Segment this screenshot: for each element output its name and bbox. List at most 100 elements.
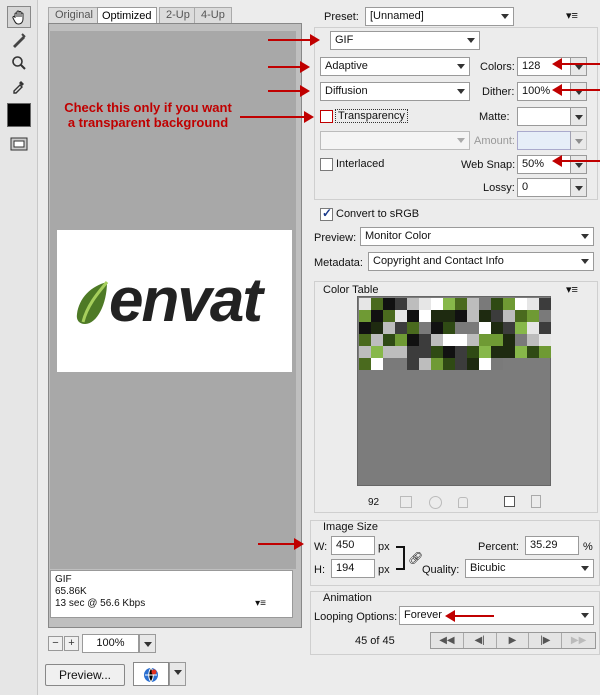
color-swatch[interactable]: [431, 298, 443, 310]
percent-field[interactable]: 35.29: [525, 536, 579, 555]
color-swatch[interactable]: [515, 310, 527, 322]
looping-select[interactable]: Forever: [399, 606, 594, 625]
color-swatch[interactable]: [383, 346, 395, 358]
color-swatch[interactable]: [419, 310, 431, 322]
color-swatch[interactable]: [407, 346, 419, 358]
last-frame-icon[interactable]: ▶▶: [562, 633, 595, 648]
color-swatch[interactable]: [455, 310, 467, 322]
color-swatch[interactable]: [395, 334, 407, 346]
color-swatch[interactable]: [455, 346, 467, 358]
color-swatch[interactable]: [479, 310, 491, 322]
color-swatch[interactable]: [503, 310, 515, 322]
color-swatch[interactable]: [383, 358, 395, 370]
color-swatch[interactable]: [371, 298, 383, 310]
tab-4up[interactable]: 4-Up: [194, 7, 232, 23]
websnap-dropdown-button[interactable]: [570, 155, 587, 174]
color-swatch[interactable]: [443, 334, 455, 346]
color-swatch[interactable]: [491, 322, 503, 334]
colors-field[interactable]: 128: [517, 57, 571, 76]
color-swatch[interactable]: [383, 334, 395, 346]
color-swatch[interactable]: [467, 310, 479, 322]
browser-dropdown-button[interactable]: [169, 662, 186, 686]
color-swatch[interactable]: [431, 322, 443, 334]
map-to-transparent-icon[interactable]: [400, 496, 412, 508]
color-swatch[interactable]: [395, 322, 407, 334]
color-swatch[interactable]: [419, 346, 431, 358]
browser-select[interactable]: [133, 662, 169, 686]
colors-dropdown-button[interactable]: [570, 57, 587, 76]
color-swatch[interactable]: [503, 298, 515, 310]
color-swatch[interactable]: [539, 334, 551, 346]
color-swatch[interactable]: [431, 310, 443, 322]
preset-select[interactable]: [Unnamed]: [365, 7, 514, 26]
color-swatch[interactable]: [443, 322, 455, 334]
dither-field[interactable]: 100%: [517, 82, 571, 101]
color-swatch[interactable]: [371, 334, 383, 346]
color-swatch[interactable]: [359, 298, 371, 310]
color-table-menu-icon[interactable]: ▾≡: [566, 283, 578, 296]
color-swatch[interactable]: [479, 346, 491, 358]
color-swatch[interactable]: [479, 358, 491, 370]
lossy-dropdown-button[interactable]: [570, 178, 587, 197]
color-swatch[interactable]: [395, 310, 407, 322]
color-swatch[interactable]: [527, 310, 539, 322]
info-menu-icon[interactable]: ▾≡: [255, 598, 266, 610]
color-swatch[interactable]: [515, 298, 527, 310]
color-swatch[interactable]: [491, 334, 503, 346]
color-swatch[interactable]: [407, 298, 419, 310]
matte-field[interactable]: [517, 107, 571, 126]
color-swatch[interactable]: [467, 346, 479, 358]
color-swatch[interactable]: [419, 358, 431, 370]
toggle-slices-icon[interactable]: [7, 133, 31, 155]
color-swatch[interactable]: [479, 334, 491, 346]
color-swatch[interactable]: [455, 322, 467, 334]
color-swatch[interactable]: [491, 298, 503, 310]
amount-dropdown-button[interactable]: [570, 131, 587, 150]
web-shift-icon[interactable]: [429, 496, 442, 509]
color-swatch[interactable]: [491, 358, 503, 370]
play-icon[interactable]: ▶: [497, 633, 530, 648]
color-swatch[interactable]: [383, 322, 395, 334]
color-swatch[interactable]: [359, 358, 371, 370]
next-frame-icon[interactable]: |▶: [529, 633, 563, 648]
eyedropper-color-swatch[interactable]: [7, 103, 31, 127]
color-swatch[interactable]: [455, 298, 467, 310]
color-swatch[interactable]: [479, 298, 491, 310]
lossy-field[interactable]: 0: [517, 178, 571, 197]
color-swatch[interactable]: [467, 358, 479, 370]
delete-color-icon[interactable]: [531, 495, 541, 508]
color-swatch[interactable]: [515, 334, 527, 346]
metadata-select[interactable]: Copyright and Contact Info: [368, 252, 594, 271]
color-swatch[interactable]: [539, 310, 551, 322]
color-swatch[interactable]: [467, 334, 479, 346]
color-swatch[interactable]: [539, 346, 551, 358]
tab-original[interactable]: Original: [48, 7, 100, 23]
width-field[interactable]: 450: [331, 536, 375, 555]
quality-select[interactable]: Bicubic: [465, 559, 594, 578]
tab-2up[interactable]: 2-Up: [159, 7, 197, 23]
hand-tool-icon[interactable]: [7, 6, 31, 28]
new-color-icon[interactable]: [504, 496, 515, 507]
optimize-menu-icon[interactable]: ▾≡: [566, 9, 578, 22]
color-swatch[interactable]: [539, 298, 551, 310]
color-swatch[interactable]: [359, 322, 371, 334]
slice-select-icon[interactable]: [7, 29, 31, 51]
color-swatch[interactable]: [431, 358, 443, 370]
color-swatch[interactable]: [419, 322, 431, 334]
transparency-dither-select[interactable]: [320, 131, 470, 150]
color-swatch[interactable]: [359, 346, 371, 358]
color-swatch[interactable]: [359, 334, 371, 346]
matte-dropdown-button[interactable]: [570, 107, 587, 126]
color-swatch[interactable]: [455, 334, 467, 346]
color-swatch[interactable]: [371, 346, 383, 358]
color-swatch[interactable]: [443, 298, 455, 310]
transparency-checkbox[interactable]: [320, 110, 333, 123]
color-swatch[interactable]: [419, 334, 431, 346]
amount-field[interactable]: [517, 131, 571, 150]
color-swatch[interactable]: [395, 358, 407, 370]
height-field[interactable]: 194: [331, 559, 375, 578]
constrain-link-icon[interactable]: 🔗︎: [408, 551, 423, 565]
color-swatch[interactable]: [479, 322, 491, 334]
color-swatch[interactable]: [383, 310, 395, 322]
color-swatch[interactable]: [407, 322, 419, 334]
